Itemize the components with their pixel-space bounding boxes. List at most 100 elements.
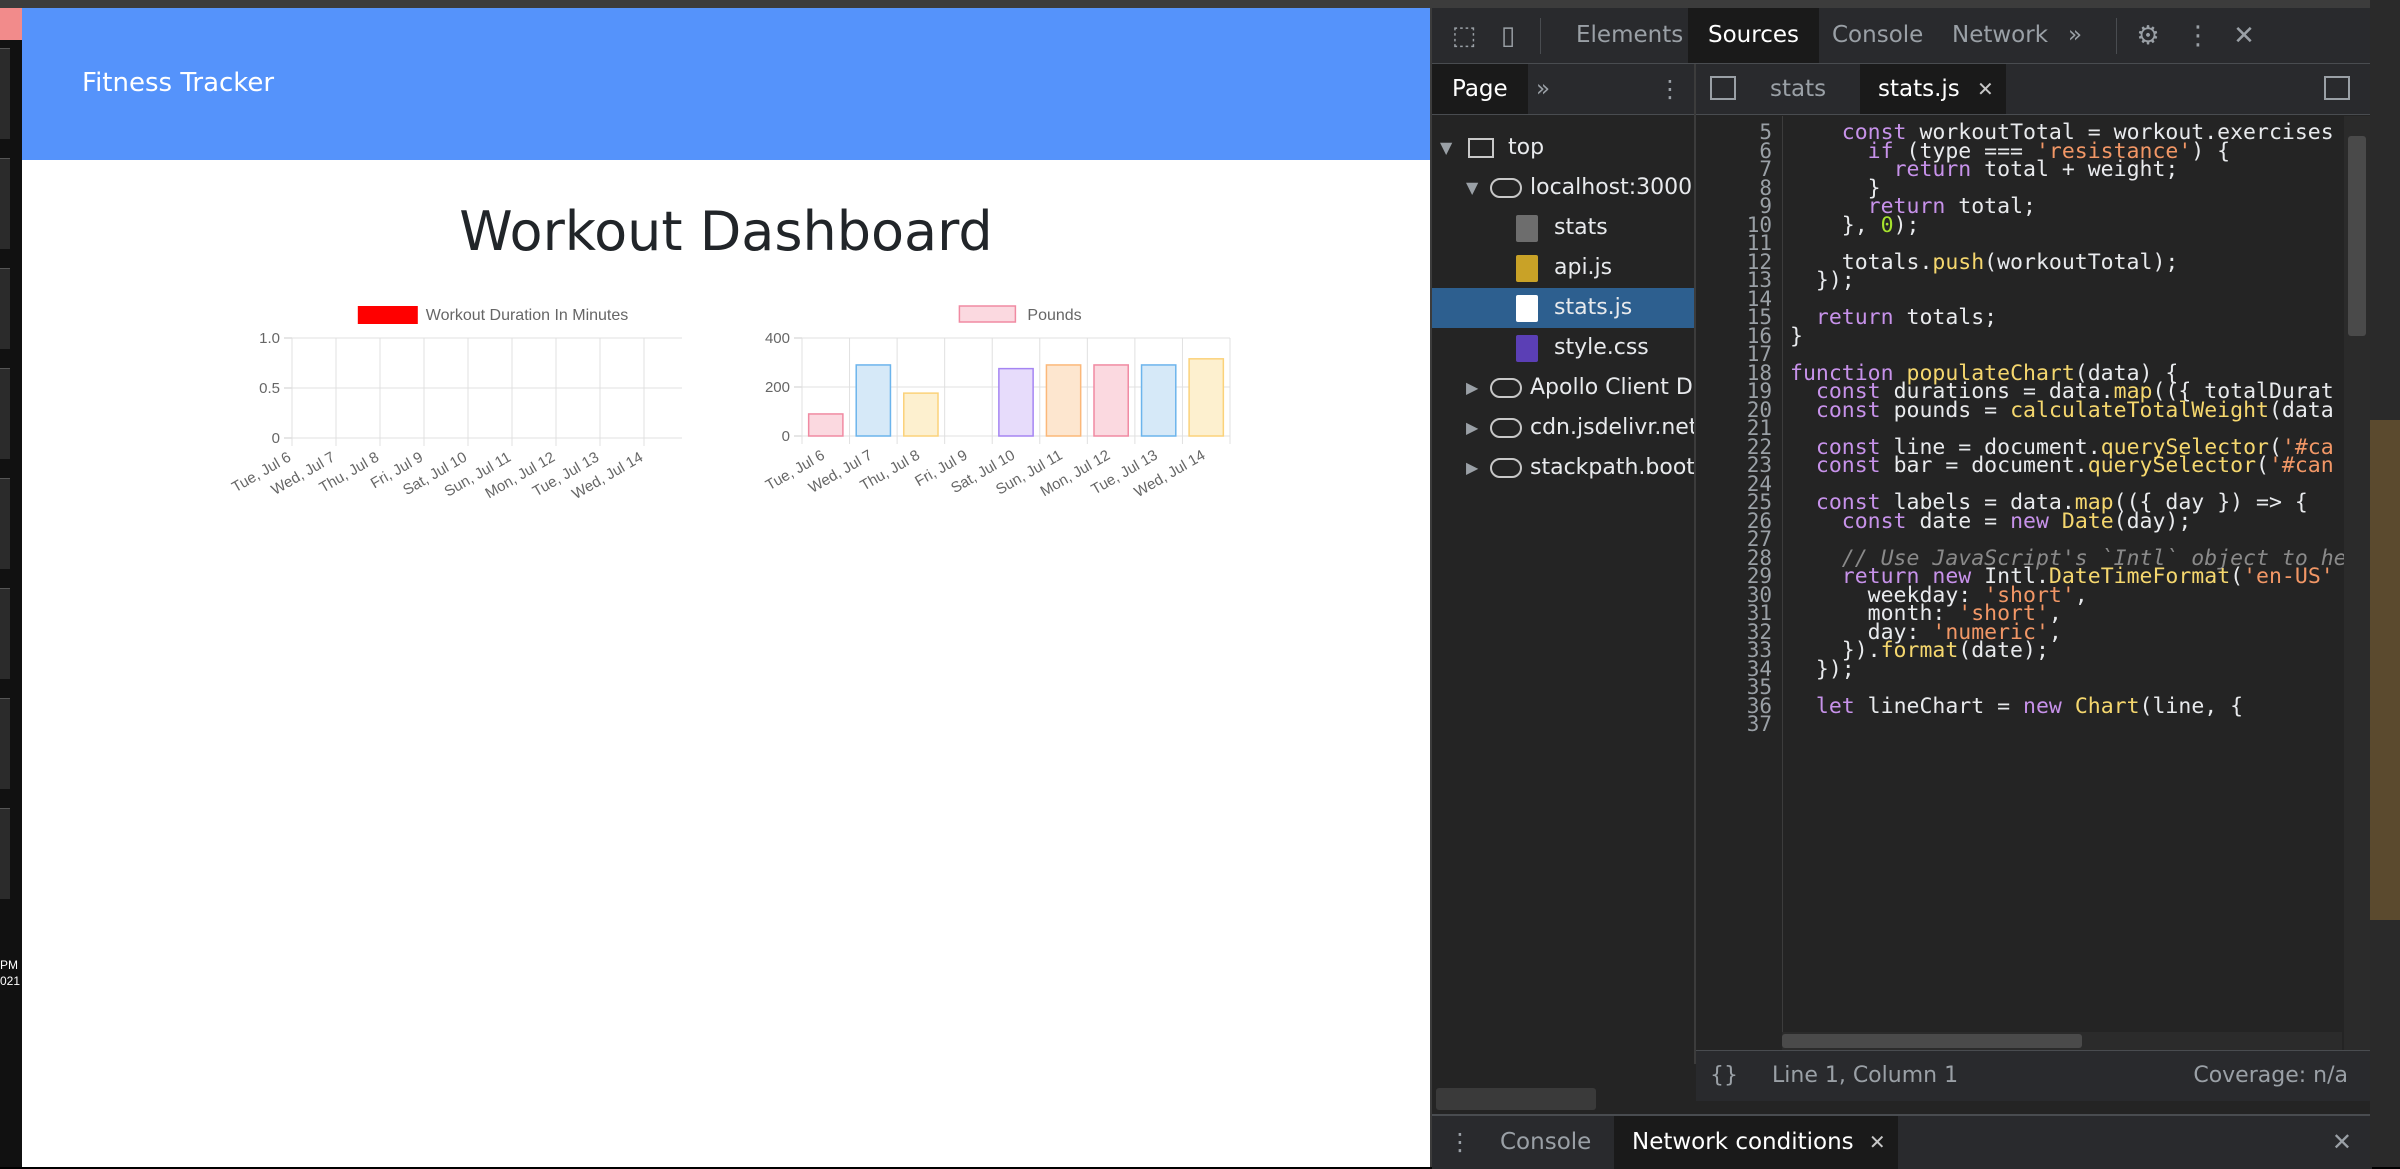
code-line[interactable]: } xyxy=(1790,324,1803,349)
code-line[interactable]: }); xyxy=(1790,268,1855,293)
desktop-thumbnail-strip: PM 021 xyxy=(0,8,22,1167)
desktop-thumbnail[interactable] xyxy=(0,368,10,459)
cursor-position: Line 1, Column 1 xyxy=(1772,1063,1959,1088)
tree-item-label: top xyxy=(1508,135,1545,160)
desktop-thumbnail[interactable] xyxy=(0,48,10,139)
tree-item-label: style.css xyxy=(1554,335,1649,360)
legend-swatch xyxy=(357,306,418,324)
tree-item-top[interactable]: ▼ top xyxy=(1432,128,1694,168)
tree-item-stats[interactable]: stats xyxy=(1432,208,1694,248)
legend-label: Workout Duration In Minutes xyxy=(426,307,628,324)
tree-item-stats-js[interactable]: stats.js xyxy=(1432,288,1694,328)
tree-item-cdn-jsdelivr[interactable]: ▶ cdn.jsdelivr.net xyxy=(1432,408,1694,448)
coverage-status: Coverage: n/a xyxy=(2193,1063,2348,1088)
scrollbar-thumb[interactable] xyxy=(1436,1088,1596,1110)
toolbar-separator xyxy=(2116,18,2117,54)
code-line[interactable]: }); xyxy=(1790,657,1855,682)
desktop-thumbnail[interactable] xyxy=(0,158,10,249)
bar xyxy=(903,392,939,437)
pounds-chart-svg: Pounds4002000Tue, Jul 6Wed, Jul 7Thu, Ju… xyxy=(763,305,1231,501)
background-image xyxy=(2370,420,2400,920)
desktop-thumbnail[interactable] xyxy=(0,478,10,569)
js-file-icon xyxy=(1516,295,1538,322)
pretty-print-icon[interactable]: {} xyxy=(1710,1051,1738,1101)
desktop-thumbnail[interactable] xyxy=(0,588,10,679)
devtools-panel: ⬚ ▯ Elements Sources Console Network » ⚙… xyxy=(1430,8,2372,1169)
tree-item-apollo[interactable]: ▶ Apollo Client D xyxy=(1432,368,1694,408)
y-tick-label: 400 xyxy=(765,330,790,347)
drawer-tab-console[interactable]: Console xyxy=(1482,1116,1609,1169)
y-tick-label: 0 xyxy=(782,428,790,445)
background-window-edge xyxy=(2370,0,2400,1167)
desktop-accent xyxy=(0,8,22,40)
y-tick-label: 0 xyxy=(272,430,280,447)
bar xyxy=(1093,364,1129,437)
scrollbar-thumb[interactable] xyxy=(1782,1034,2082,1048)
page-title: Workout Dashboard xyxy=(459,200,993,263)
js-file-icon xyxy=(1516,255,1538,282)
navigator-more-button[interactable]: » xyxy=(1536,64,1550,114)
pounds-chart: Pounds 400 200 0 Tue, Jul 6 Wed, Jul 7 Thu, Ju… xyxy=(742,296,1231,546)
tab-sources[interactable]: Sources xyxy=(1688,8,1819,63)
line-number[interactable]: 37 xyxy=(1702,712,1772,736)
drawer-tab-network-conditions[interactable]: Network conditions ✕ xyxy=(1614,1116,1898,1169)
code-line[interactable]: const bar = document.querySelector('#can xyxy=(1790,453,2334,478)
clock-line-1: PM xyxy=(0,958,18,972)
tree-item-stackpath[interactable]: ▶ stackpath.boots xyxy=(1432,448,1694,488)
line-number-gutter[interactable]: 5 6 7 8 9 10 11 12 13 14 15 16 17 18 19 20 21 22 23 24 25 26 2… xyxy=(1696,116,1783,1050)
devtools-toolbar: ⬚ ▯ Elements Sources Console Network » ⚙… xyxy=(1432,8,2372,64)
kebab-menu-icon[interactable]: ⋮ xyxy=(2182,20,2214,52)
editor-vertical-scrollbar[interactable] xyxy=(2344,116,2370,1050)
scrollbar-thumb[interactable] xyxy=(2348,136,2366,336)
close-tab-icon[interactable]: ✕ xyxy=(1977,64,1994,114)
bar xyxy=(1140,364,1177,437)
navigator-menu-icon[interactable]: ⋮ xyxy=(1658,64,1682,114)
bar xyxy=(1188,358,1225,437)
settings-gear-icon[interactable]: ⚙ xyxy=(2132,20,2164,52)
desktop-thumbnail[interactable] xyxy=(0,808,10,899)
device-toolbar-icon[interactable]: ▯ xyxy=(1492,20,1524,52)
tree-item-api-js[interactable]: api.js xyxy=(1432,248,1694,288)
toggle-debugger-icon[interactable] xyxy=(2324,76,2350,100)
desktop-thumbnail[interactable] xyxy=(0,268,10,349)
cloud-icon xyxy=(1490,378,1522,398)
tab-elements[interactable]: Elements xyxy=(1556,8,1703,63)
duration-chart-svg: Workout Duration In Minutes1.00.50Tue, J… xyxy=(229,306,689,503)
desktop-thumbnail[interactable] xyxy=(0,698,10,789)
toolbar-separator xyxy=(1540,18,1541,54)
collapsed-triangle-icon: ▶ xyxy=(1466,458,1479,477)
tree-item-localhost[interactable]: ▼ localhost:3000 xyxy=(1432,168,1694,208)
code-line[interactable]: const pounds = calculateTotalWeight(data xyxy=(1790,398,2334,423)
y-tick-label: 1.0 xyxy=(259,330,280,347)
inspect-element-icon[interactable]: ⬚ xyxy=(1448,20,1480,52)
editor-tab-stats[interactable]: stats xyxy=(1752,64,1844,114)
bar xyxy=(855,364,892,437)
editor-horizontal-scrollbar[interactable] xyxy=(1782,1032,2342,1050)
tree-item-label: stats xyxy=(1554,215,1608,240)
editor-tab-stats-js[interactable]: stats.js ✕ xyxy=(1860,64,2006,114)
app-viewport: Fitness Tracker Workout Dashboard Workou… xyxy=(22,8,1430,1167)
more-tabs-button[interactable]: » xyxy=(2048,8,2102,63)
tree-item-label: stackpath.boots xyxy=(1530,455,1694,480)
tab-console[interactable]: Console xyxy=(1812,8,1943,63)
drawer-tab-label: Network conditions xyxy=(1632,1129,1854,1155)
close-tab-icon[interactable]: ✕ xyxy=(1869,1116,1886,1169)
cloud-icon xyxy=(1490,458,1522,478)
navigator-horizontal-scrollbar[interactable] xyxy=(1432,1082,1694,1118)
tree-item-style-css[interactable]: style.css xyxy=(1432,328,1694,368)
close-devtools-icon[interactable]: ✕ xyxy=(2228,20,2260,52)
tab-page[interactable]: Page xyxy=(1432,64,1528,114)
drawer-menu-icon[interactable]: ⋮ xyxy=(1448,1116,1472,1169)
navbar-brand[interactable]: Fitness Tracker xyxy=(82,68,274,98)
editor-tab-strip: stats stats.js ✕ xyxy=(1696,64,2372,115)
expanded-triangle-icon: ▼ xyxy=(1466,178,1479,197)
legend-swatch xyxy=(958,305,1017,323)
close-drawer-icon[interactable]: ✕ xyxy=(2332,1116,2352,1169)
code-line[interactable]: let lineChart = new Chart(line, { xyxy=(1790,694,2243,719)
code-line[interactable]: }, 0); xyxy=(1790,213,1920,238)
code-line[interactable]: return totals; xyxy=(1790,305,1997,330)
code-line[interactable]: const date = new Date(day); xyxy=(1790,509,2192,534)
tree-item-label: api.js xyxy=(1554,255,1613,280)
code-area[interactable]: 5 6 7 8 9 10 11 12 13 14 15 16 17 18 19 20 21 22 23 24 25 26 2… xyxy=(1696,116,2372,1050)
toggle-navigator-icon[interactable] xyxy=(1710,76,1736,100)
